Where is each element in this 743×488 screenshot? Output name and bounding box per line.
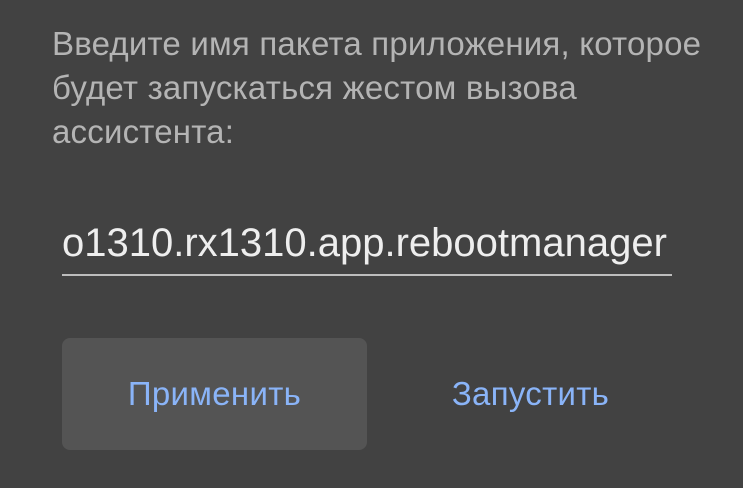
package-name-input[interactable] — [62, 212, 672, 274]
apply-button[interactable]: Применить — [62, 338, 367, 450]
dialog-message: Введите имя пакета приложения, которое б… — [52, 25, 702, 150]
launch-button[interactable]: Запустить — [378, 338, 683, 450]
input-underline — [62, 274, 672, 276]
package-name-field[interactable] — [62, 212, 672, 276]
assistant-package-dialog: Введите имя пакета приложения, которое б… — [0, 0, 743, 488]
